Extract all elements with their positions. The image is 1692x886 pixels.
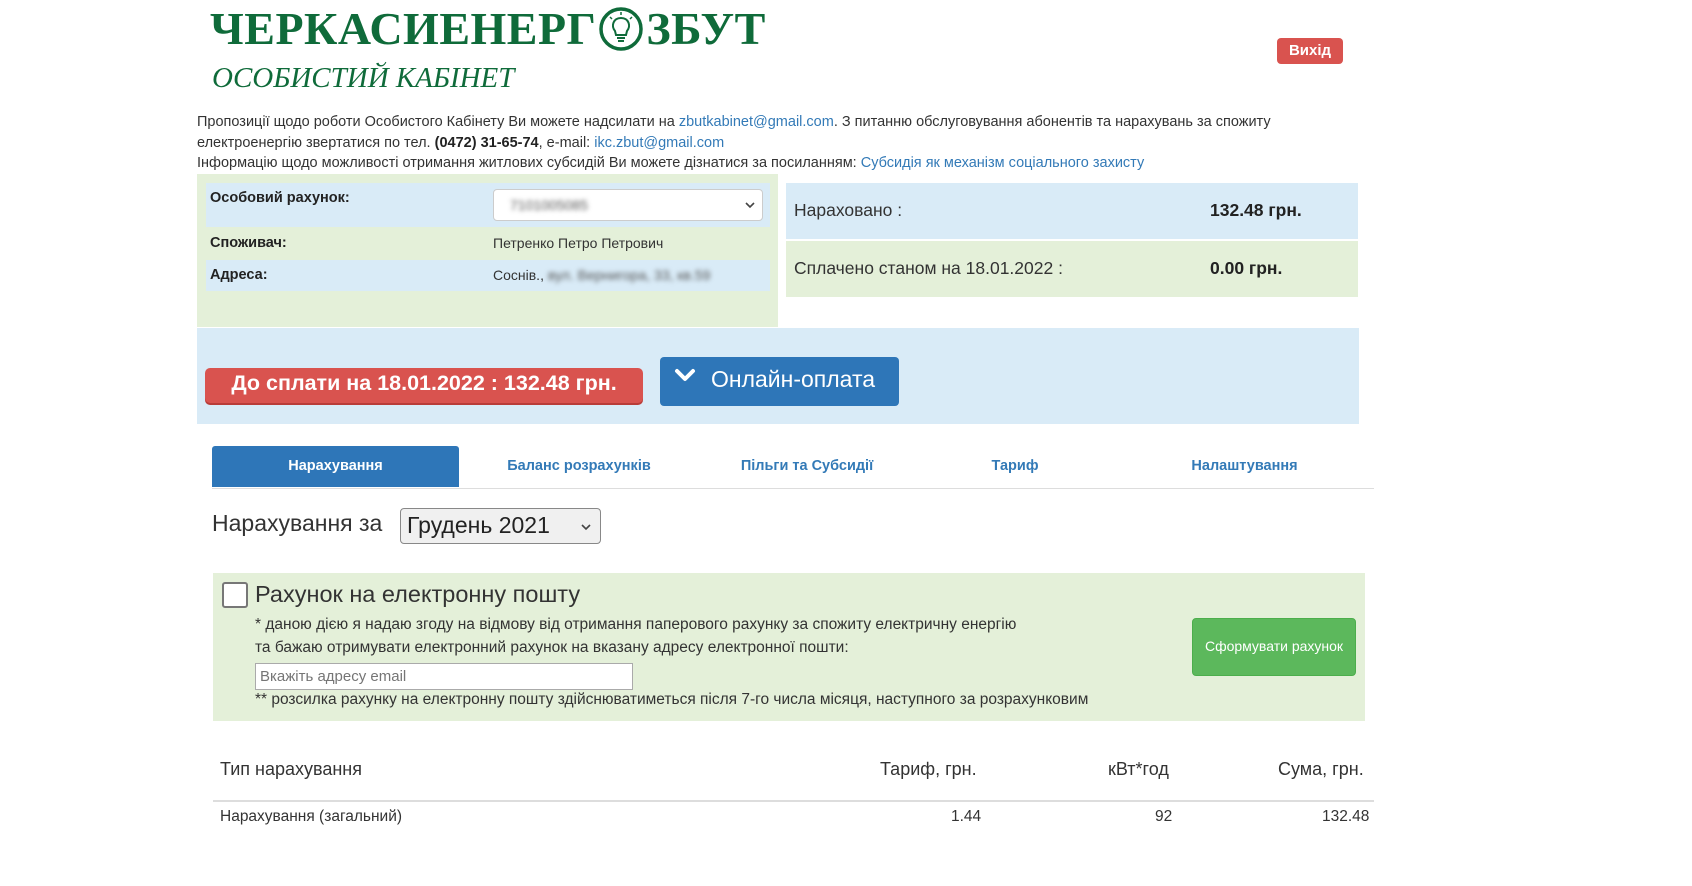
col-header-kwh: кВт*год (1108, 759, 1169, 779)
address-value: Соснів., вул. Вернигора, 33, кв.59 (493, 267, 710, 283)
tab-settings[interactable]: Налаштування (1115, 446, 1374, 487)
subsidy-link[interactable]: Субсидія як механізм соціального захисту (861, 155, 1145, 171)
support-email-link[interactable]: ikc.zbut@gmail.com (594, 135, 724, 151)
email-bill-checkbox[interactable] (222, 582, 248, 608)
email-bill-title: Рахунок на електронну пошту (255, 581, 581, 607)
company-logo: ЧЕРКАСИЕНЕРГ ЗБУТ (210, 2, 766, 55)
col-header-tariff: Тариф, грн. (880, 759, 977, 779)
address-city: Соснів., (493, 267, 548, 283)
address-label: Адреса: (210, 267, 268, 283)
tab-charges[interactable]: Нарахування (212, 446, 459, 487)
support-phone: (0472) 31-65-74 (434, 134, 539, 151)
accrued-row: Нараховано : 132.48 грн. (786, 183, 1358, 239)
online-payment-label: Онлайн-оплата (711, 366, 876, 392)
col-header-type: Тип нарахування (220, 759, 362, 779)
account-label: Особовий рахунок: (210, 190, 350, 206)
account-select[interactable]: 7101005085 (493, 189, 763, 221)
email-delivery-note: ** розсилка рахунку на електронну пошту … (255, 691, 1089, 708)
cell-kwh: 92 (1155, 808, 1173, 825)
cell-tariff: 1.44 (951, 808, 982, 825)
paid-label: Сплачено станом на 18.01.2022 : (794, 258, 1063, 278)
email-consent-note-2: та бажаю отримувати електронний рахунок … (255, 639, 849, 656)
tab-bar: Нарахування Баланс розрахунків Пільги та… (212, 446, 1374, 489)
table-header-divider (213, 800, 1374, 802)
amount-due-badge: До сплати на 18.01.2022 : 132.48 грн. (205, 368, 643, 403)
cell-type: Нарахування (загальний) (220, 808, 403, 825)
online-payment-button[interactable]: Онлайн-оплата (660, 357, 899, 406)
logo-text-left: ЧЕРКАСИЕНЕРГ (210, 3, 597, 54)
paid-row: Сплачено станом на 18.01.2022 : 0.00 грн… (786, 241, 1358, 297)
info-block: Пропозиції щодо роботи Особистого Кабіне… (197, 112, 1357, 174)
period-label: Нарахування за (212, 510, 383, 536)
accrued-value: 132.48 грн. (1210, 200, 1302, 220)
cell-sum: 132.48 (1322, 808, 1370, 825)
chevron-down-icon (675, 369, 695, 381)
account-number: 7101005085 (510, 197, 588, 213)
chevron-down-icon (745, 202, 755, 209)
period-selected: Грудень 2021 (407, 512, 550, 538)
consumer-label: Споживач: (210, 235, 287, 251)
generate-bill-button[interactable]: Сформувати рахунок (1192, 618, 1356, 676)
info-text-1: Пропозиції щодо роботи Особистого Кабіне… (197, 114, 679, 130)
consumer-name: Петренко Петро Петрович (493, 235, 664, 251)
chevron-down-icon (581, 524, 591, 531)
tab-tariff[interactable]: Тариф (917, 446, 1113, 487)
logo-text-right: ЗБУТ (646, 3, 766, 54)
email-consent-note: * даною дією я надаю згоду на відмову ві… (255, 616, 1017, 633)
paid-value: 0.00 грн. (1210, 258, 1283, 278)
feedback-email-link[interactable]: zbutkabinet@gmail.com (679, 114, 834, 130)
tab-benefits[interactable]: Пільги та Субсидії (699, 446, 915, 487)
info-text-3: , e-mail: (538, 134, 595, 151)
address-street: вул. Вернигора, 33, кв.59 (547, 267, 711, 283)
tab-balance[interactable]: Баланс розрахунків (461, 446, 697, 487)
period-select[interactable]: Грудень 2021 (400, 508, 601, 544)
info-text-4: Інформацію щодо можливості отримання жит… (197, 155, 861, 171)
lightbulb-icon (599, 6, 644, 51)
cabinet-subtitle: ОСОБИСТИЙ КАБІНЕТ (212, 62, 515, 94)
logout-button[interactable]: Вихід (1277, 38, 1343, 64)
col-header-sum: Сума, грн. (1278, 759, 1364, 779)
accrued-label: Нараховано : (794, 200, 903, 220)
email-field[interactable] (255, 663, 633, 690)
